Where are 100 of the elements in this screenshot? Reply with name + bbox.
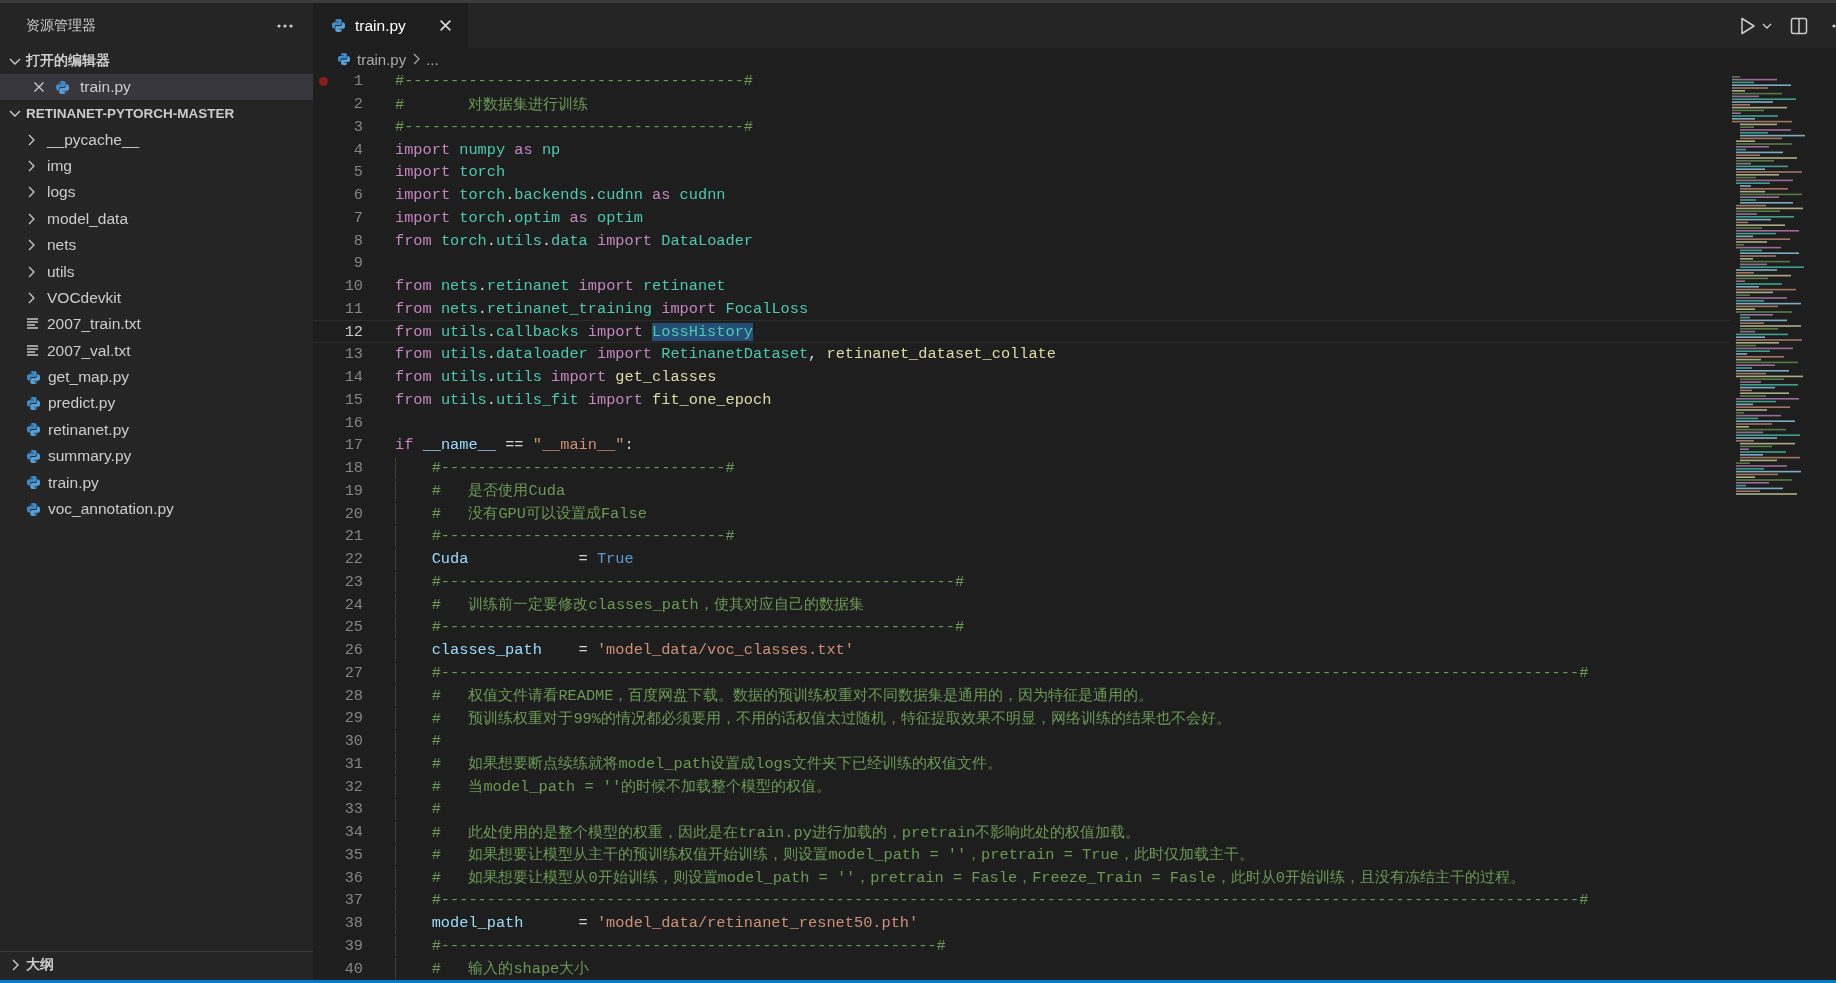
line-number: 38 [343, 914, 363, 933]
line-number: 5 [352, 163, 363, 182]
python-icon [337, 52, 351, 66]
line-number: 33 [343, 800, 363, 819]
line-number: 19 [343, 481, 363, 500]
file-tree-item[interactable]: voc_annotation.py [0, 495, 313, 523]
line-number: 30 [343, 732, 363, 751]
file-tree-item[interactable]: img [0, 152, 313, 180]
line-number: 14 [343, 368, 363, 387]
section-header[interactable]: 大纲 [0, 951, 313, 978]
python-icon [26, 396, 41, 411]
file-tree-item[interactable]: predict.py [0, 390, 313, 417]
line-number: 40 [343, 959, 363, 978]
line-number: 18 [343, 459, 363, 478]
python-icon [331, 18, 346, 33]
file-tree-item[interactable]: train.py [0, 74, 313, 101]
code-line: #-------------------------------------# [395, 117, 753, 136]
file-tree-item[interactable]: summary.py [0, 443, 313, 470]
code-line: import torch.backends.cudnn as cudnn [395, 186, 726, 205]
line-number: 32 [343, 777, 363, 796]
line-number: 4 [352, 140, 363, 159]
code-line: import torch.optim as optim [395, 208, 643, 227]
line-number: 12 [343, 322, 363, 341]
line-number: 10 [343, 277, 363, 296]
line-number: 34 [343, 823, 363, 842]
code-line: # 预训练权重对于99%的情况都必须要用，不用的话权值太过随机，特征提取效果不明显，网络训练的结果也不会好。 [431, 708, 1231, 729]
line-number: 21 [343, 527, 363, 546]
code-line: # 此处使用的是整个模型的权重，因此是在train.py进行加载的，pretrain不影响此处的权值加载。 [431, 822, 1141, 843]
line-number: 26 [343, 641, 363, 660]
line-number: 6 [352, 186, 363, 205]
line-number: 27 [343, 663, 363, 682]
line-number: 23 [343, 572, 363, 591]
code-line: # [431, 800, 441, 819]
line-number: 16 [343, 413, 363, 432]
file-tree-item[interactable]: 2007_val.txt [0, 337, 313, 364]
close-icon[interactable] [438, 19, 452, 32]
code-line: # 输入的shape大小 [431, 959, 590, 980]
code-line: from utils.callbacks import LossHistory [395, 322, 754, 341]
python-icon [26, 501, 41, 517]
code-line: from torch.utils.data import DataLoader [395, 231, 754, 250]
breadcrumb-item[interactable]: train.py [357, 50, 407, 68]
split-editor-icon[interactable] [1790, 16, 1808, 35]
code-line: # 对数据集进行训练 [395, 94, 589, 115]
python-icon [26, 422, 41, 438]
section-header[interactable]: RETINANET-PYTORCH-MASTER [0, 100, 313, 127]
more-icon[interactable] [277, 23, 293, 28]
run-icon[interactable] [1740, 16, 1756, 35]
breadcrumb-item[interactable]: ... [426, 50, 439, 68]
line-number: 31 [343, 754, 363, 773]
section-header[interactable]: 打开的编辑器 [0, 48, 313, 74]
code-line: #-------------------------------# [431, 459, 735, 478]
line-number: 36 [343, 868, 363, 887]
line-number: 2 [352, 95, 363, 114]
line-number: 37 [343, 891, 363, 910]
editor-tab[interactable]: train.py [313, 3, 468, 48]
python-icon [26, 448, 41, 464]
file-tree-item[interactable]: logs [0, 179, 313, 206]
line-number: 24 [343, 595, 363, 614]
close-icon[interactable] [33, 81, 45, 94]
file-tree-item[interactable]: 2007_train.txt [0, 311, 313, 338]
file-tree-item[interactable]: nets [0, 231, 313, 259]
file-tree-item[interactable]: VOCdevkit [0, 284, 313, 312]
code-line: #--------------------------------------------------------# [431, 618, 965, 637]
text-file-icon [26, 317, 40, 332]
line-number: 1 [352, 72, 363, 91]
code-line: import numpy as np [395, 140, 561, 159]
file-tree-item[interactable]: utils [0, 258, 313, 285]
code-line: # 训练前一定要修改classes_path，使其对应自己的数据集 [431, 595, 864, 616]
file-tree-item[interactable]: retinanet.py [0, 416, 313, 444]
code-line: from nets.retinanet_training import FocalLoss [395, 299, 809, 318]
python-icon [26, 475, 41, 491]
more-icon[interactable] [1832, 23, 1836, 28]
code-line: classes_path = 'model_data/voc_classes.txt' [431, 641, 854, 660]
code-line: #----------------------------------------------------------------------------------------------------------------------------# [431, 663, 1589, 682]
code-line: # 没有GPU可以设置成False [431, 504, 647, 525]
file-tree-item[interactable]: __pycache__ [0, 126, 313, 153]
code-line: from utils.dataloader import RetinanetDataset, retinanet_dataset_collate [395, 345, 1056, 364]
code-line: # 如果想要让模型从主干的预训练权值开始训练，则设置model_path = ''，pretrain = True，此时仅加载主干。 [431, 845, 1254, 866]
line-number: 39 [343, 936, 363, 955]
caret-icon[interactable] [1762, 21, 1772, 30]
file-tree-item[interactable]: train.py [0, 469, 313, 496]
text-file-icon [26, 343, 40, 358]
code-line: import torch [395, 163, 506, 182]
file-tree-item[interactable]: model_data [0, 205, 313, 232]
code-line: #-------------------------------# [431, 527, 735, 546]
file-tree-item[interactable]: get_map.py [0, 363, 313, 391]
python-icon [55, 79, 70, 95]
code-line: #-------------------------------------# [395, 72, 753, 91]
code-line: #--------------------------------------------------------# [431, 572, 965, 591]
code-line: #------------------------------------------------------# [431, 936, 946, 955]
code-line: # 权值文件请看README，百度网盘下载。数据的预训练权重对不同数据集是通用的，因为特征是通用的。 [431, 686, 1154, 707]
line-number: 28 [343, 686, 363, 705]
python-icon [26, 369, 41, 385]
sidebar-title: 资源管理器 [26, 16, 96, 35]
line-number: 25 [343, 618, 363, 637]
line-number: 29 [343, 709, 363, 728]
code-line: # [431, 732, 441, 751]
line-number: 17 [343, 436, 363, 455]
line-number: 22 [343, 550, 363, 569]
chevron-icon [412, 53, 421, 65]
